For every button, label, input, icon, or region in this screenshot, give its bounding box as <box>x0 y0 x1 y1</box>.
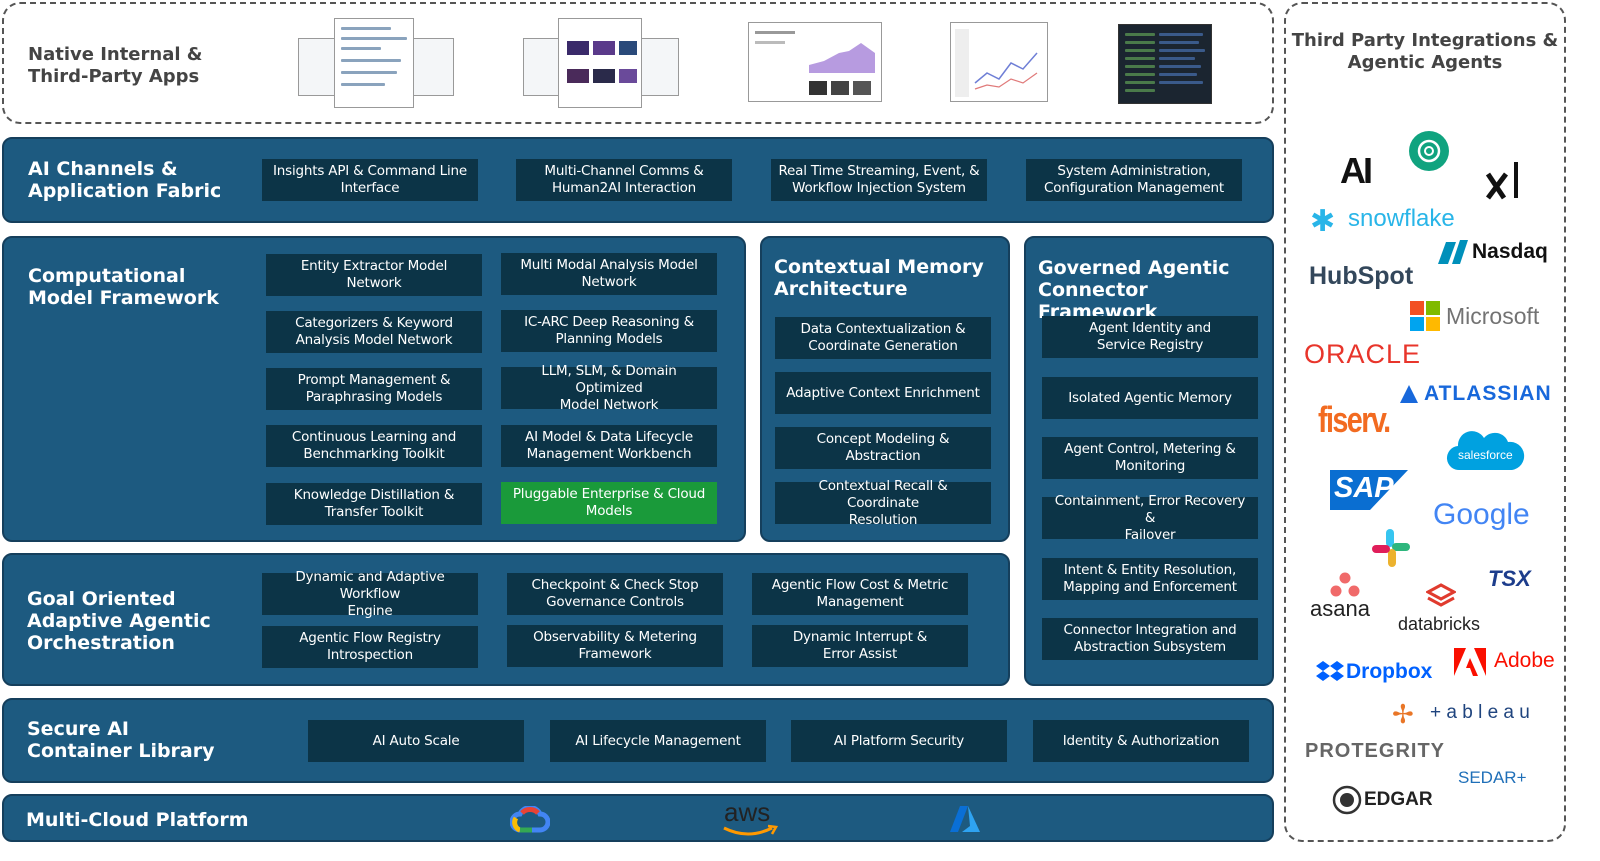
multi-channel-comms-box[interactable]: Multi-Channel Comms & Human2AI Interacti… <box>516 159 732 201</box>
google-logo: Google <box>1433 498 1530 531</box>
slack-icon <box>1372 529 1410 567</box>
azure-icon <box>950 806 980 832</box>
google-cloud-icon <box>510 806 550 833</box>
native-apps-title: Native Internal & Third-Party Apps <box>28 44 203 87</box>
snowflake-icon: ✱ <box>1310 204 1336 239</box>
atlassian-logo: ATLASSIAN <box>1398 382 1551 410</box>
pluggable-models-box[interactable]: Pluggable Enterprise & Cloud Models <box>501 482 717 524</box>
hubspot-logo: HubSpot <box>1309 262 1414 290</box>
databricks-icon <box>1426 583 1456 607</box>
tsx-logo: TSX <box>1488 566 1531 591</box>
flow-registry-box[interactable]: Agentic Flow Registry Introspection <box>262 626 478 668</box>
fiserv-logo: fiserv. <box>1318 399 1391 440</box>
ai-lifecycle-box[interactable]: AI Lifecycle Management <box>550 720 766 762</box>
system-administration-box[interactable]: System Administration, Configuration Man… <box>1026 159 1242 201</box>
protegrity-logo: PROTEGRITY <box>1305 740 1446 762</box>
intent-resolution-box[interactable]: Intent & Entity Resolution, Mapping and … <box>1042 558 1258 600</box>
entity-extractor-box[interactable]: Entity Extractor Model Network <box>266 254 482 296</box>
identity-authorization-box[interactable]: Identity & Authorization <box>1033 720 1249 762</box>
goal-orchestration-panel: Goal Oriented Adaptive Agentic Orchestra… <box>2 553 1010 686</box>
ic-arc-reasoning-box[interactable]: IC-ARC Deep Reasoning & Planning Models <box>501 310 717 352</box>
edgar-logo: EDGAR <box>1332 785 1433 820</box>
agent-control-box[interactable]: Agent Control, Metering & Monitoring <box>1042 437 1258 479</box>
concept-modeling-box[interactable]: Concept Modeling & Abstraction <box>775 427 991 469</box>
real-time-streaming-box[interactable]: Real Time Streaming, Event, & Workflow I… <box>771 159 987 201</box>
observability-box[interactable]: Observability & Metering Framework <box>507 625 723 667</box>
app-thumbnail-analytics[interactable] <box>748 22 882 102</box>
databricks-logo: databricks <box>1398 614 1481 634</box>
isolated-memory-box[interactable]: Isolated Agentic Memory <box>1042 377 1258 419</box>
anthropic-logo: AI <box>1340 150 1373 191</box>
multi-modal-analysis-box[interactable]: Multi Modal Analysis Model Network <box>501 253 717 295</box>
contextual-recall-box[interactable]: Contextual Recall & Coordinate Resolutio… <box>775 478 991 528</box>
xai-icon <box>1485 162 1518 200</box>
ai-platform-security-box[interactable]: AI Platform Security <box>791 720 1007 762</box>
computational-model-title: Computational Model Framework <box>28 265 219 309</box>
salesforce-logo: salesforce <box>1446 430 1526 480</box>
ai-auto-scale-box[interactable]: AI Auto Scale <box>308 720 524 762</box>
knowledge-distillation-box[interactable]: Knowledge Distillation & Transfer Toolki… <box>266 483 482 525</box>
prompt-management-box[interactable]: Prompt Management & Paraphrasing Models <box>266 368 482 410</box>
llm-slm-box[interactable]: LLM, SLM, & Domain Optimized Model Netwo… <box>501 363 717 413</box>
ai-model-lifecycle-box[interactable]: AI Model & Data Lifecycle Management Wor… <box>501 425 717 467</box>
goal-orchestration-title: Goal Oriented Adaptive Agentic Orchestra… <box>27 588 211 654</box>
third-party-title: Third Party Integrations & Agentic Agent… <box>1291 30 1559 73</box>
tableau-logo: ✢ + a b l e a u <box>1392 700 1530 730</box>
insights-api-box[interactable]: Insights API & Command Line Interface <box>262 159 478 201</box>
dynamic-workflow-box[interactable]: Dynamic and Adaptive Workflow Engine <box>262 569 478 619</box>
aws-logo: aws <box>720 796 780 840</box>
dynamic-interrupt-box[interactable]: Dynamic Interrupt & Error Assist <box>752 625 968 667</box>
tableau-icon: ✢ <box>1392 700 1414 730</box>
contextual-memory-title: Contextual Memory Architecture <box>774 256 984 300</box>
sedar-logo: SEDAR+ <box>1458 768 1527 787</box>
nasdaq-logo: Nasdaq <box>1436 238 1548 271</box>
secure-container-title: Secure AI Container Library <box>27 718 215 762</box>
sap-logo: SAP <box>1330 470 1408 510</box>
multi-cloud-panel: Multi-Cloud Platform aws <box>2 794 1274 842</box>
ai-channels-panel: AI Channels & Application Fabric Insight… <box>2 137 1274 223</box>
asana-icon <box>1330 572 1360 597</box>
containment-box[interactable]: Containment, Error Recovery & Failover <box>1042 493 1258 543</box>
ai-channels-title: AI Channels & Application Fabric <box>28 158 222 202</box>
contextual-memory-panel: Contextual Memory Architecture Data Cont… <box>760 236 1010 542</box>
data-contextualization-box[interactable]: Data Contextualization & Coordinate Gene… <box>775 317 991 359</box>
continuous-learning-box[interactable]: Continuous Learning and Benchmarking Too… <box>266 425 482 467</box>
app-thumbnail-chart[interactable] <box>950 22 1048 102</box>
dropbox-logo: Dropbox <box>1316 658 1432 691</box>
agent-identity-box[interactable]: Agent Identity and Service Registry <box>1042 316 1258 358</box>
governed-connector-title: Governed Agentic Connector Framework <box>1038 257 1230 323</box>
checkpoint-box[interactable]: Checkpoint & Check Stop Governance Contr… <box>507 573 723 615</box>
secure-container-panel: Secure AI Container Library AI Auto Scal… <box>2 698 1274 783</box>
flow-cost-box[interactable]: Agentic Flow Cost & Metric Management <box>752 573 968 615</box>
multi-cloud-title: Multi-Cloud Platform <box>26 809 249 831</box>
connector-integration-box[interactable]: Connector Integration and Abstraction Su… <box>1042 618 1258 660</box>
openai-icon <box>1409 131 1449 171</box>
snowflake-logo: ✱ snowflake <box>1310 204 1455 239</box>
microsoft-logo: Microsoft <box>1410 301 1539 336</box>
adaptive-context-box[interactable]: Adaptive Context Enrichment <box>775 372 991 414</box>
computational-model-panel: Computational Model Framework Entity Ext… <box>2 236 746 542</box>
app-thumbnail-terminal[interactable] <box>1118 24 1212 104</box>
categorizers-box[interactable]: Categorizers & Keyword Analysis Model Ne… <box>266 311 482 353</box>
oracle-logo: ORACLE <box>1304 339 1422 369</box>
adobe-logo: Adobe <box>1454 648 1555 681</box>
governed-connector-panel: Governed Agentic Connector Framework Age… <box>1024 236 1274 686</box>
asana-logo: asana <box>1310 596 1370 621</box>
